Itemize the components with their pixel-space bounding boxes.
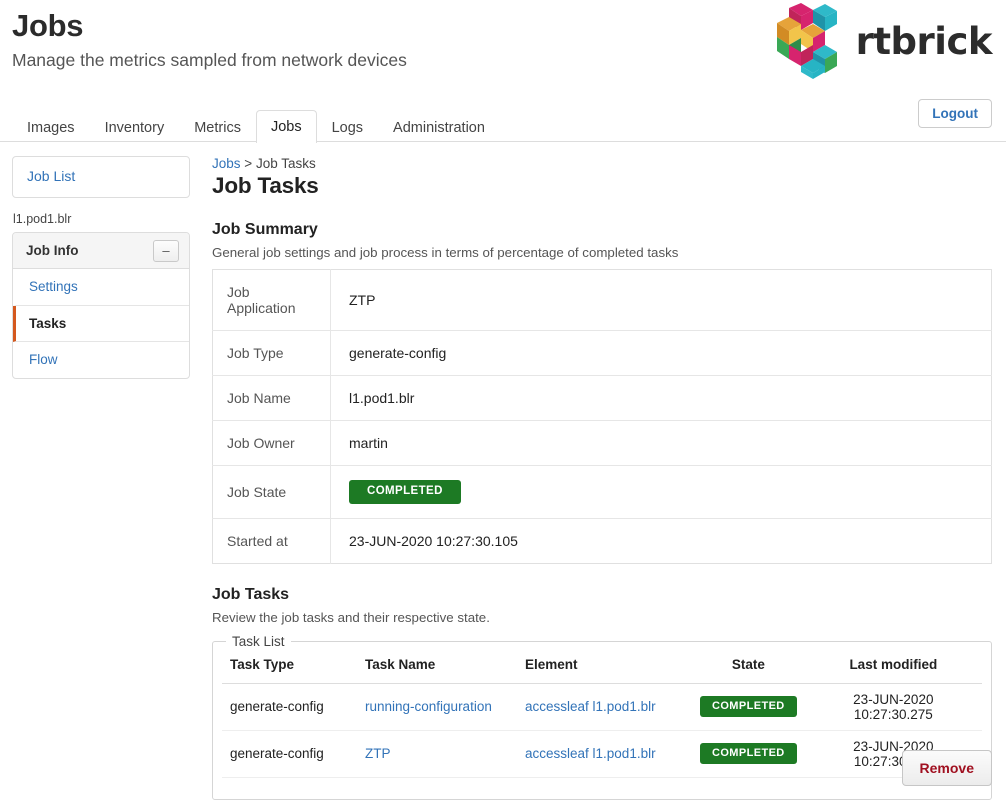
breadcrumb-separator: > bbox=[244, 156, 253, 171]
minus-icon[interactable]: – bbox=[153, 239, 179, 262]
summary-value: martin bbox=[349, 435, 388, 451]
table-row: Job Name l1.pod1.blr bbox=[212, 375, 992, 421]
sidebar-item-settings[interactable]: Settings bbox=[13, 269, 189, 306]
element-link[interactable]: accessleaf l1.pod1.blr bbox=[525, 746, 656, 761]
summary-key: Started at bbox=[212, 518, 331, 563]
tab-logs[interactable]: Logs bbox=[317, 113, 378, 144]
brand-logo: rtbrick bbox=[764, 2, 993, 80]
summary-key: Job Application bbox=[212, 269, 331, 331]
page-body: Job List l1.pod1.blr Job Info – Settings… bbox=[0, 142, 1006, 800]
cell-task-name: ZTP bbox=[357, 730, 517, 778]
logout-button[interactable]: Logout bbox=[918, 99, 992, 128]
table-row: generate-config ZTP accessleaf l1.pod1.b… bbox=[222, 730, 982, 778]
summary-key: Job Name bbox=[212, 375, 331, 421]
summary-value: ZTP bbox=[349, 292, 376, 308]
cell-task-name: running-configuration bbox=[357, 683, 517, 731]
tab-jobs[interactable]: Jobs bbox=[255, 109, 317, 143]
table-row: Job Owner martin bbox=[212, 420, 992, 466]
footer-actions: Remove bbox=[901, 750, 992, 786]
summary-value: generate-config bbox=[349, 345, 447, 361]
summary-key: Job Owner bbox=[212, 420, 331, 466]
table-row: Started at 23-JUN-2020 10:27:30.105 bbox=[212, 518, 992, 563]
column-header-task-type: Task Type bbox=[222, 648, 357, 684]
remove-button[interactable]: Remove bbox=[901, 750, 992, 786]
cell-task-type: generate-config bbox=[222, 683, 357, 731]
column-header-last-modified: Last modified bbox=[804, 648, 982, 684]
job-tasks-title: Job Tasks bbox=[212, 585, 290, 603]
table-row: Job State COMPLETED bbox=[212, 465, 992, 519]
rtbrick-logo-icon bbox=[776, 3, 837, 79]
tab-administration[interactable]: Administration bbox=[378, 113, 500, 144]
column-header-element: Element bbox=[517, 648, 692, 684]
status-badge: COMPLETED bbox=[700, 743, 797, 764]
page-header: Jobs Manage the metrics sampled from net… bbox=[0, 0, 1006, 92]
sidebar-item-flow[interactable]: Flow bbox=[13, 342, 189, 378]
cell-state: COMPLETED bbox=[692, 683, 805, 731]
table-row: Job Application ZTP bbox=[212, 269, 992, 331]
tab-metrics[interactable]: Metrics bbox=[179, 113, 256, 144]
column-header-state: State bbox=[692, 648, 805, 684]
tab-list: Images Inventory Metrics Jobs Logs Admin… bbox=[12, 108, 1006, 144]
cell-element: accessleaf l1.pod1.blr bbox=[517, 683, 692, 731]
main-tabbar: Images Inventory Metrics Jobs Logs Admin… bbox=[0, 99, 1006, 144]
sidebar-context-label: l1.pod1.blr bbox=[13, 212, 72, 226]
task-name-link[interactable]: running-configuration bbox=[365, 699, 492, 714]
cell-state: COMPLETED bbox=[692, 730, 805, 778]
task-list-table: Task Type Task Name Element State Last m… bbox=[222, 648, 982, 792]
status-badge: COMPLETED bbox=[349, 480, 461, 504]
view-title: Job Tasks bbox=[212, 173, 319, 198]
task-list-legend: Task List bbox=[232, 633, 285, 649]
job-info-panel-header: Job Info – bbox=[13, 233, 189, 269]
summary-value: l1.pod1.blr bbox=[349, 390, 415, 406]
sidebar: Job List l1.pod1.blr Job Info – Settings… bbox=[12, 156, 190, 379]
breadcrumb-link-jobs[interactable]: Jobs bbox=[212, 156, 241, 171]
app-page: Jobs Manage the metrics sampled from net… bbox=[0, 0, 1006, 800]
breadcrumb-current: Job Tasks bbox=[255, 156, 316, 171]
tab-images[interactable]: Images bbox=[12, 113, 90, 144]
job-tasks-description: Review the job tasks and their respectiv… bbox=[212, 609, 490, 625]
element-link[interactable]: accessleaf l1.pod1.blr bbox=[525, 699, 656, 714]
summary-key: Job State bbox=[212, 465, 331, 518]
cell-element: accessleaf l1.pod1.blr bbox=[517, 730, 692, 778]
cell-task-type: generate-config bbox=[222, 730, 357, 778]
table-row: Job Type generate-config bbox=[212, 330, 992, 376]
task-name-link[interactable]: ZTP bbox=[365, 746, 391, 761]
job-summary-table: Job Application ZTP Job Type generate-co… bbox=[212, 269, 992, 564]
column-header-task-name: Task Name bbox=[357, 648, 517, 684]
summary-value-state: COMPLETED bbox=[331, 466, 992, 519]
table-row: generate-config running-configuration ac… bbox=[222, 683, 982, 731]
sidebar-item-tasks[interactable]: Tasks bbox=[13, 305, 189, 343]
job-list-box[interactable]: Job List bbox=[12, 156, 190, 198]
table-row-spacer bbox=[222, 777, 982, 791]
tab-inventory[interactable]: Inventory bbox=[90, 113, 180, 144]
job-summary-title: Job Summary bbox=[212, 221, 318, 238]
job-summary-description: General job settings and job process in … bbox=[212, 245, 679, 260]
summary-value: 23-JUN-2020 10:27:30.105 bbox=[349, 532, 518, 549]
status-badge: COMPLETED bbox=[700, 696, 797, 717]
cell-last-modified: 23-JUN-2020 10:27:30.275 bbox=[804, 683, 982, 731]
table-header-row: Task Type Task Name Element State Last m… bbox=[222, 648, 982, 684]
sidebar-link-job-list[interactable]: Job List bbox=[27, 168, 75, 184]
job-info-panel-title: Job Info bbox=[26, 243, 79, 258]
brand-wordmark: rtbrick bbox=[855, 19, 993, 63]
task-list-fieldset: Task List Task Type Task Name Element St… bbox=[212, 633, 992, 800]
main-content: Jobs > Job Tasks Job Tasks Job Summary G… bbox=[190, 156, 992, 800]
breadcrumb: Jobs > Job Tasks bbox=[212, 156, 992, 171]
summary-key: Job Type bbox=[212, 330, 331, 376]
job-info-panel: Job Info – Settings Tasks Flow bbox=[12, 232, 190, 379]
